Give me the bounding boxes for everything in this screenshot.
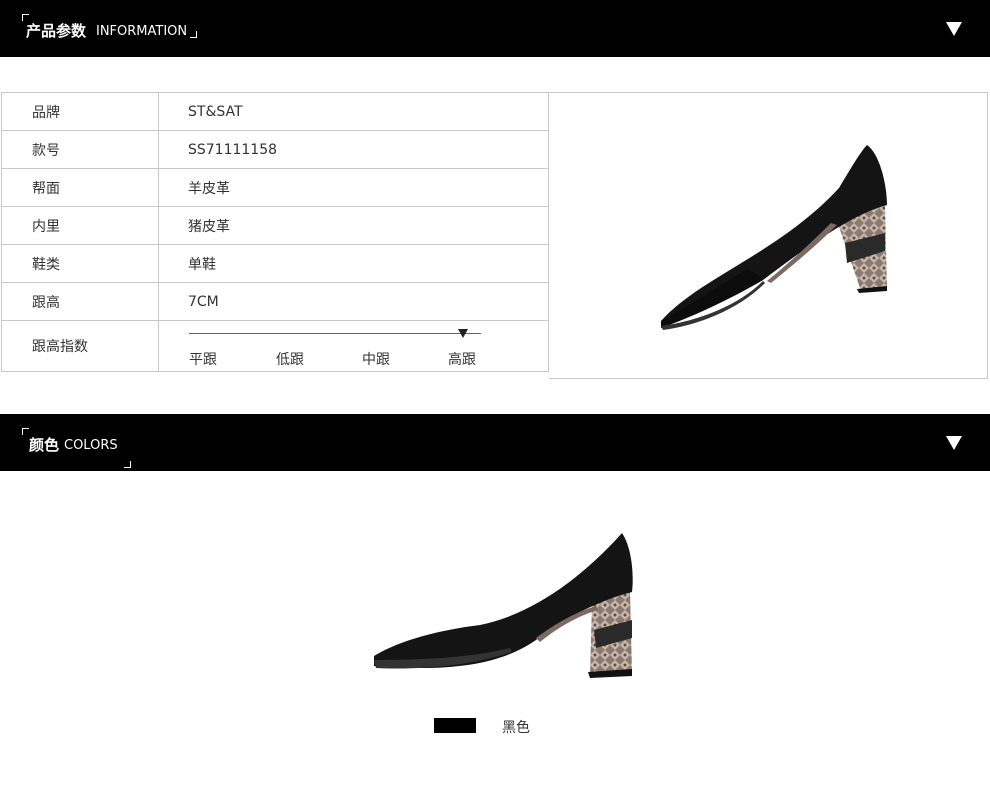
spec-key: 跟高指数 (1, 320, 159, 372)
spec-row: 品牌 ST&SAT (1, 92, 549, 131)
shoe-image (661, 145, 887, 330)
spec-key: 鞋类 (1, 244, 159, 283)
colors-title-en: COLORS (64, 438, 118, 453)
spec-table: 品牌 ST&SAT 款号 SS71111158 帮面 羊皮革 内里 猪皮革 鞋类 单鞋 跟高 7CM 跟… (1, 92, 549, 372)
scale-label: 平跟 (189, 352, 217, 368)
scale-line (189, 333, 481, 334)
color-shoe-image (374, 533, 633, 678)
spec-key: 品牌 (1, 92, 159, 131)
spec-key: 跟高 (1, 282, 159, 321)
spec-key: 款号 (1, 130, 159, 169)
scale-label: 高跟 (448, 352, 476, 368)
bracket-close-icon (190, 31, 197, 38)
spec-value: ST&SAT (158, 92, 549, 131)
bracket-close-icon (124, 461, 131, 468)
spec-value: 单鞋 (158, 244, 549, 283)
collapse-triangle-icon[interactable] (946, 436, 962, 450)
spec-row-heel-index: 跟高指数平跟 低跟 中跟 高跟 (1, 320, 549, 372)
scale-label: 中跟 (362, 352, 390, 368)
heel-index-scale: 平跟 低跟 中跟 高跟 (158, 320, 549, 372)
spec-value: 猪皮革 (158, 206, 549, 245)
spec-row: 帮面 羊皮革 (1, 168, 549, 207)
collapse-triangle-icon[interactable] (946, 22, 962, 36)
color-swatch-black[interactable] (434, 718, 476, 733)
spec-row: 跟高 7CM (1, 282, 549, 321)
scale-label: 低跟 (276, 352, 304, 368)
colors-title-cn: 颜色 (29, 436, 60, 454)
color-name-label: 黑色 (502, 720, 530, 736)
spec-row: 款号 SS71111158 (1, 130, 549, 169)
info-header-bar: 产品参数 INFORMATION (0, 0, 990, 57)
info-title-en: INFORMATION (96, 24, 188, 39)
colors-header-bar: 颜色 COLORS (0, 414, 990, 471)
info-title-cn: 产品参数 (26, 22, 87, 40)
spec-value: 羊皮革 (158, 168, 549, 207)
spec-value: SS71111158 (158, 130, 549, 169)
spec-row: 内里 猪皮革 (1, 206, 549, 245)
bracket-open-icon (22, 428, 29, 435)
product-image-side (549, 92, 988, 379)
spec-key: 帮面 (1, 168, 159, 207)
spec-key: 内里 (1, 206, 159, 245)
spec-value: 7CM (158, 282, 549, 321)
spec-row: 鞋类 单鞋 (1, 244, 549, 283)
scale-pointer-icon (458, 329, 468, 338)
